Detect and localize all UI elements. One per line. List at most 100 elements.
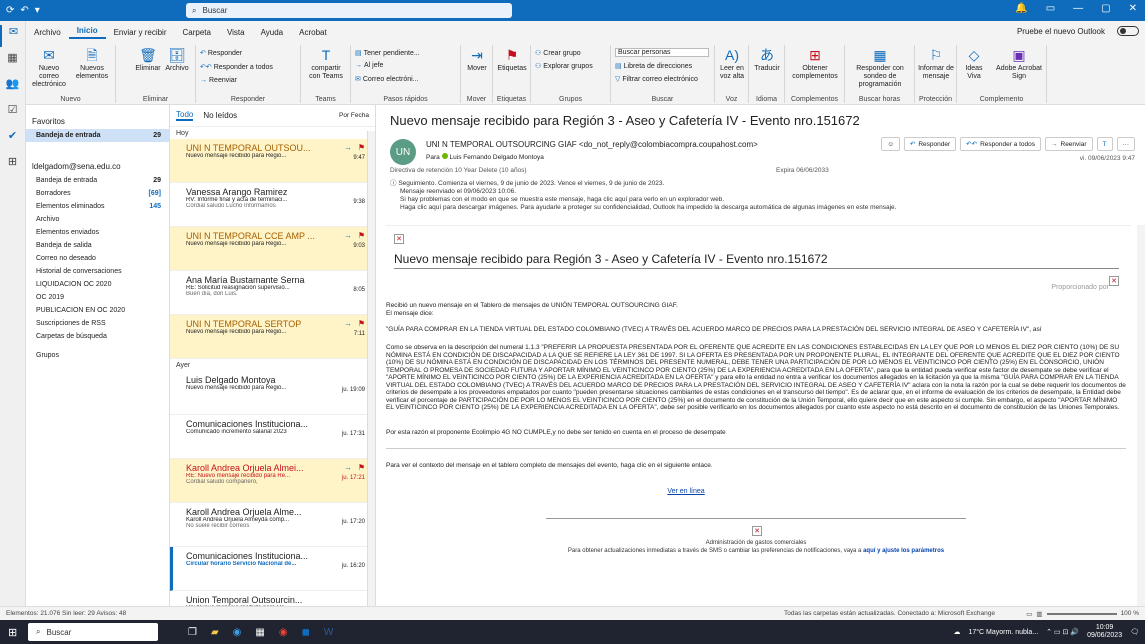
info-download-images[interactable]: Haga clic aquí para descargar imágenes. … <box>390 204 896 212</box>
message-item[interactable]: Luis Delgado Montoya Nuevo mensaje recibi… <box>170 371 375 415</box>
reading-scrollbar[interactable] <box>1137 225 1145 606</box>
menu-vista[interactable]: Vista <box>219 28 253 37</box>
forward-button[interactable]: → Reenviar <box>200 77 237 84</box>
sort-dropdown[interactable]: Por Fecha <box>339 112 369 119</box>
maximize-button[interactable]: ▢ <box>1101 3 1110 14</box>
forward-button-pane[interactable]: → Reenviar <box>1045 137 1093 151</box>
read-aloud-button[interactable]: A) Leer en voz alta <box>717 47 747 81</box>
teams-share-button[interactable]: T <box>1096 137 1113 151</box>
favorites-header[interactable]: Favoritos <box>26 113 169 129</box>
folder-item[interactable]: Archivo <box>26 213 169 226</box>
task-view-icon[interactable]: ❐ <box>188 627 197 638</box>
message-item[interactable]: Karoll Andrea Orjuela Almei... RE: Nuevo … <box>170 459 375 503</box>
address-book-button[interactable]: ▤ Libreta de direcciones <box>615 62 692 70</box>
quickstep-2[interactable]: → Al jefe <box>355 62 383 69</box>
list-scrollbar[interactable] <box>367 131 375 606</box>
word-icon[interactable]: W <box>324 627 333 638</box>
translate-button[interactable]: あ Traducir <box>751 47 783 73</box>
search-box[interactable]: ⌕ Buscar <box>186 3 512 18</box>
clock[interactable]: 10:09 09/06/2023 <box>1087 624 1122 640</box>
folder-item[interactable]: Elementos enviados <box>26 226 169 239</box>
preferences-link[interactable]: aquí y ajuste los parámetros <box>863 548 944 554</box>
zoom-slider[interactable] <box>1046 612 1117 615</box>
mail-icon[interactable]: ✉ <box>0 25 25 47</box>
viva-ideas-button[interactable]: ◇ Ideas Viva <box>959 47 989 81</box>
folder-item[interactable]: OC 2019 <box>26 291 169 304</box>
sender[interactable]: UNI N TEMPORAL OUTSOURCING GIAF <do_not_… <box>426 140 758 149</box>
delete-button[interactable]: 🗑 Eliminar <box>134 47 162 73</box>
close-button[interactable]: ✕ <box>1129 3 1137 14</box>
sync-icon[interactable]: ⟳ <box>6 5 14 16</box>
menu-carpeta[interactable]: Carpeta <box>174 28 218 37</box>
groups-header[interactable]: Grupos <box>26 349 169 362</box>
edge-icon[interactable]: ◉ <box>233 627 242 638</box>
message-item[interactable]: Comunicaciones Instituciona... Circular h… <box>170 547 375 591</box>
menu-enviar-recibir[interactable]: Enviar y recibir <box>106 28 175 37</box>
folder-item[interactable]: Carpetas de búsqueda <box>26 330 169 343</box>
scheduling-poll-button[interactable]: ▦ Responder con sondeo de programación <box>847 47 913 89</box>
folder-item[interactable]: Elementos eliminados 145 <box>26 200 169 213</box>
view-online-link[interactable]: Ver en línea <box>386 488 986 495</box>
toggle-switch[interactable] <box>1117 26 1139 36</box>
zoom-control[interactable]: ▭ ▥ 100 % <box>1026 610 1139 618</box>
folder-item[interactable]: Correo no deseado <box>26 252 169 265</box>
tab-all[interactable]: Todo <box>176 110 194 121</box>
flag-icon[interactable]: → ⚑ <box>344 143 365 152</box>
move-button[interactable]: ⇥ Mover <box>463 47 491 73</box>
file-explorer-icon[interactable]: ▰ <box>211 627 219 638</box>
more-button[interactable]: ··· <box>1116 137 1135 151</box>
windows-start-icon[interactable]: ⊞ <box>8 626 17 639</box>
undo-icon[interactable]: ↶ <box>20 5 28 16</box>
message-item[interactable]: Karoll Andrea Orjuela Alme... Karoll Andr… <box>170 503 375 547</box>
message-item[interactable]: Vanessa Arango Ramirez RV: Informe final … <box>170 183 375 227</box>
folder-item[interactable]: Suscripciones de RSS <box>26 317 169 330</box>
fav-inbox[interactable]: Bandeja de entrada 29 <box>26 129 169 142</box>
menu-ayuda[interactable]: Ayuda <box>253 28 292 37</box>
filter-email-button[interactable]: ▽ Filtrar correo electrónico <box>615 75 698 83</box>
tasks-icon[interactable]: ☑ <box>0 103 25 125</box>
people-icon[interactable]: 👥 <box>0 77 25 99</box>
notifications-icon[interactable]: 🗨 <box>1130 628 1139 636</box>
calendar-icon[interactable]: ▦ <box>0 51 25 73</box>
archive-button[interactable]: 🗄 Archivo <box>162 47 192 73</box>
quickstep-1[interactable]: ▤ Tener pendiente... <box>355 49 420 57</box>
report-message-button[interactable]: ⚐ Informar de mensaje <box>917 47 955 81</box>
layout-icon[interactable]: ▭ <box>1046 3 1055 14</box>
folder-item[interactable]: Borradores [69] <box>26 187 169 200</box>
message-item[interactable]: UNI N TEMPORAL SERTOP Nuevo mensaje recib… <box>170 315 375 359</box>
menu-inicio[interactable]: Inicio <box>68 26 106 39</box>
apps-icon[interactable]: ⊞ <box>0 155 25 177</box>
tab-unread[interactable]: No leídos <box>203 111 237 120</box>
info-browser-link[interactable]: Si hay problemas con el modo en que se m… <box>390 196 896 204</box>
tray-icons[interactable]: ⌃ ▭ ⊡ 🔊 <box>1046 628 1079 636</box>
people-search-input[interactable]: Buscar personas <box>615 48 709 57</box>
message-item[interactable]: Union Temporal Outsourcin...Re: Nuevo me… <box>170 591 375 606</box>
folder-item[interactable]: PUBLICACION EN OC 2020 <box>26 304 169 317</box>
new-email-button[interactable]: ✉ Nuevo correo electrónico <box>30 47 68 89</box>
new-items-button[interactable]: 🗎 Nuevos elementos <box>72 47 112 81</box>
create-group-button[interactable]: ⚇ Crear grupo <box>535 49 581 57</box>
customize-icon[interactable]: ▾ <box>35 5 40 16</box>
reply-all-button[interactable]: ↶↶ Responder a todos <box>200 63 273 71</box>
folder-item[interactable]: Bandeja de salida <box>26 239 169 252</box>
adobe-sign-button[interactable]: ▣ Adobe Acrobat Sign <box>993 47 1045 81</box>
minimize-button[interactable]: — <box>1073 3 1083 14</box>
quickstep-3[interactable]: ✉ Correo electróni... <box>355 75 419 83</box>
message-item[interactable]: Comunicaciones Instituciona... Comunicado… <box>170 415 375 459</box>
avatar[interactable]: UN <box>390 139 416 165</box>
view-normal-icon[interactable]: ▭ <box>1026 610 1032 618</box>
store-icon[interactable]: ▦ <box>255 627 264 638</box>
outlook-icon[interactable]: ◼ <box>302 627 310 638</box>
group-today[interactable]: Hoy <box>170 127 375 139</box>
menu-archivo[interactable]: Archivo <box>26 28 69 37</box>
explore-groups-button[interactable]: ⚇ Explorar grupos <box>535 62 593 70</box>
flag-icon[interactable]: → ⚑ <box>344 319 365 328</box>
get-addins-button[interactable]: ⊞ Obtener complementos <box>789 47 841 81</box>
message-item[interactable]: UNI N TEMPORAL OUTSOU... Nuevo mensaje re… <box>170 139 375 183</box>
account-header[interactable]: ldelgadom@sena.edu.co <box>26 158 169 174</box>
flag-icon[interactable]: → ⚑ <box>344 463 365 472</box>
new-outlook-toggle[interactable]: Pruebe el nuevo Outlook <box>1009 26 1139 36</box>
message-item[interactable]: Ana María Bustamante Serna RE: Solicitud … <box>170 271 375 315</box>
reply-button-pane[interactable]: ↶ Responder <box>903 137 957 151</box>
folder-item[interactable]: Historial de conversaciones <box>26 265 169 278</box>
